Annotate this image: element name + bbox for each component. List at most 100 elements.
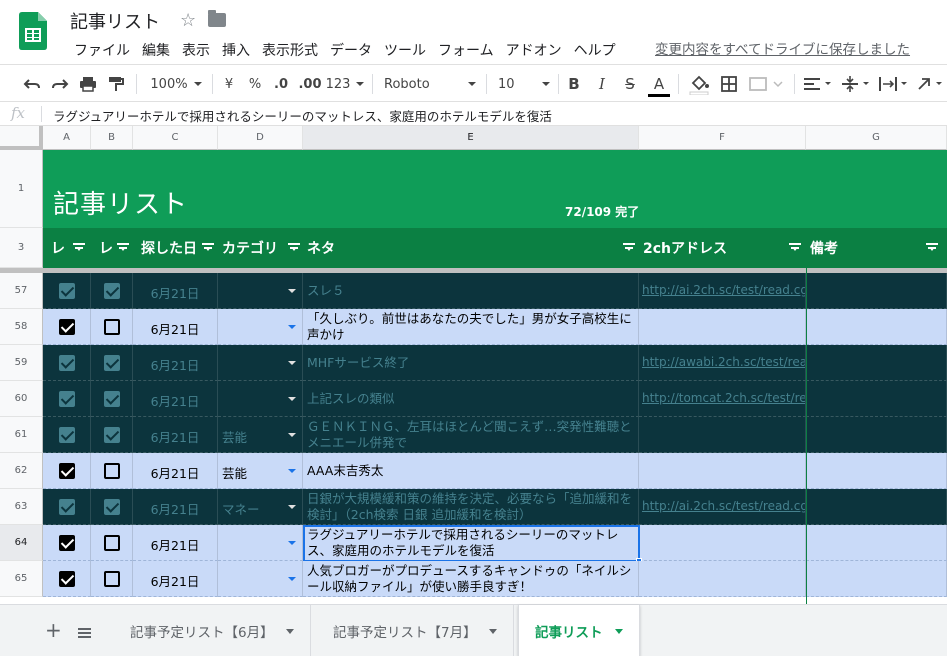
checkbox-unchecked[interactable] — [104, 319, 120, 335]
row-header-59[interactable]: 59 — [0, 345, 43, 381]
checkbox-checked[interactable] — [59, 427, 75, 443]
category-cell[interactable]: 芸能 — [218, 453, 303, 489]
checkbox-checked[interactable] — [59, 463, 75, 479]
font-size-select[interactable]: 10 — [498, 73, 550, 95]
row-header-57[interactable]: 57 — [0, 273, 43, 309]
menu-edit[interactable]: 編集 — [136, 38, 176, 62]
currency-format-button[interactable]: ¥ — [222, 73, 236, 95]
checkbox-cell[interactable] — [91, 561, 133, 597]
date-cell[interactable]: 6月21日 — [133, 345, 218, 381]
checkbox-cell[interactable] — [43, 417, 91, 453]
checkbox-unchecked[interactable] — [104, 463, 120, 479]
dropdown-arrow-icon[interactable] — [288, 397, 296, 401]
thread-link[interactable]: http://tomcat.2ch.sc/test/re — [642, 391, 805, 405]
dropdown-arrow-icon[interactable] — [288, 577, 296, 581]
dropdown-arrow-icon[interactable] — [288, 361, 296, 365]
row-header-65[interactable]: 65 — [0, 561, 43, 597]
menu-tools[interactable]: ツール — [378, 38, 432, 62]
percent-format-button[interactable]: % — [248, 73, 262, 95]
checkbox-cell[interactable] — [43, 309, 91, 345]
column-header-b[interactable]: B — [91, 126, 133, 150]
document-title[interactable]: 記事リスト — [70, 8, 160, 34]
checkbox-checked[interactable] — [104, 355, 120, 371]
select-all-corner[interactable] — [0, 126, 43, 150]
category-cell[interactable] — [218, 309, 303, 345]
checkbox-checked[interactable] — [104, 283, 120, 299]
zoom-select[interactable]: 100% — [150, 73, 202, 95]
category-cell[interactable] — [218, 525, 303, 561]
menu-help[interactable]: ヘルプ — [568, 38, 622, 62]
category-cell[interactable]: 芸能 — [218, 417, 303, 453]
menu-form[interactable]: フォーム — [432, 38, 500, 62]
checkbox-cell[interactable] — [91, 273, 133, 309]
address-cell[interactable]: http://ai.2ch.sc/test/read.cg — [639, 489, 806, 525]
neta-cell[interactable]: ＧＥＮＫＩＮＧ、左耳はほとんど聞こえず…突発性難聴とメニエール併発で — [303, 417, 639, 453]
notes-cell[interactable] — [806, 561, 947, 597]
header-check-a[interactable]: レ — [43, 228, 91, 268]
address-cell[interactable] — [639, 453, 806, 489]
sheet-tab-article-list[interactable]: 記事リスト — [518, 605, 640, 656]
checkbox-cell[interactable] — [91, 489, 133, 525]
neta-cell[interactable]: 人気ブロガーがプロデュースするキャンドゥの「ネイルシール収納ファイル」が使い勝手… — [303, 561, 639, 597]
date-cell[interactable]: 6月21日 — [133, 309, 218, 345]
header-notes[interactable]: 備考 — [806, 228, 947, 268]
neta-cell[interactable]: 「久しぶり。前世はあなたの夫でした」男が女子高校生に声かけ — [303, 309, 639, 345]
notes-cell[interactable] — [806, 489, 947, 525]
category-cell[interactable]: マネー — [218, 489, 303, 525]
row-header-58[interactable]: 58 — [0, 309, 43, 345]
checkbox-checked[interactable] — [59, 571, 75, 587]
text-wrap-icon[interactable] — [878, 73, 908, 95]
date-cell[interactable]: 6月21日 — [133, 273, 218, 309]
category-cell[interactable] — [218, 345, 303, 381]
paint-format-icon[interactable] — [106, 73, 126, 95]
menu-format[interactable]: 表示形式 — [256, 38, 324, 62]
dropdown-arrow-icon[interactable] — [288, 541, 296, 545]
notes-cell[interactable] — [806, 453, 947, 489]
neta-cell[interactable]: 上記スレの類似 — [303, 381, 639, 417]
header-category[interactable]: カテゴリ — [218, 228, 303, 268]
address-cell[interactable]: http://tomcat.2ch.sc/test/re — [639, 381, 806, 417]
address-cell[interactable]: http://ai.2ch.sc/test/read.cgi/ — [639, 273, 806, 309]
checkbox-cell[interactable] — [91, 525, 133, 561]
column-header-f[interactable]: F — [639, 126, 806, 150]
thread-link[interactable]: http://awabi.2ch.sc/test/rea — [642, 355, 805, 369]
sheets-logo-icon[interactable] — [19, 12, 47, 50]
save-status[interactable]: 変更内容をすべてドライブに保存しました — [655, 38, 910, 58]
row-header-64[interactable]: 64 — [0, 525, 43, 561]
checkbox-unchecked[interactable] — [104, 535, 120, 551]
notes-cell[interactable] — [806, 381, 947, 417]
merge-cells-icon[interactable] — [748, 73, 784, 95]
redo-icon[interactable] — [50, 73, 70, 95]
neta-cell[interactable]: ラグジュアリーホテルで採用されるシーリーのマットレス、家庭用のホテルモデルを復活 — [303, 525, 639, 561]
category-cell[interactable] — [218, 381, 303, 417]
sheet-tab-july[interactable]: 記事予定リスト【7月】 — [317, 605, 514, 656]
chevron-down-icon[interactable] — [285, 628, 294, 634]
filter-icon[interactable] — [202, 243, 214, 253]
header-check-b[interactable]: レ — [91, 228, 133, 268]
date-cell[interactable]: 6月21日 — [133, 489, 218, 525]
checkbox-checked[interactable] — [59, 319, 75, 335]
address-cell[interactable] — [639, 309, 806, 345]
date-cell[interactable]: 6月21日 — [133, 417, 218, 453]
checkbox-cell[interactable] — [43, 489, 91, 525]
checkbox-cell[interactable] — [91, 381, 133, 417]
row-header-61[interactable]: 61 — [0, 417, 43, 453]
column-header-a[interactable]: A — [43, 126, 91, 150]
star-icon[interactable]: ☆ — [180, 10, 196, 31]
checkbox-checked[interactable] — [59, 355, 75, 371]
date-cell[interactable]: 6月21日 — [133, 561, 218, 597]
all-sheets-icon[interactable] — [78, 628, 91, 638]
checkbox-unchecked[interactable] — [104, 571, 120, 587]
date-cell[interactable]: 6月21日 — [133, 381, 218, 417]
column-header-c[interactable]: C — [133, 126, 218, 150]
dropdown-arrow-icon[interactable] — [288, 505, 296, 509]
date-cell[interactable]: 6月21日 — [133, 453, 218, 489]
checkbox-cell[interactable] — [43, 345, 91, 381]
row-header-60[interactable]: 60 — [0, 381, 43, 417]
header-2ch-address[interactable]: 2chアドレス — [639, 228, 806, 268]
dropdown-arrow-icon[interactable] — [288, 325, 296, 329]
checkbox-cell[interactable] — [91, 417, 133, 453]
row-header-63[interactable]: 63 — [0, 489, 43, 525]
thread-link[interactable]: http://ai.2ch.sc/test/read.cgi/ — [642, 283, 805, 297]
column-header-d[interactable]: D — [218, 126, 303, 150]
